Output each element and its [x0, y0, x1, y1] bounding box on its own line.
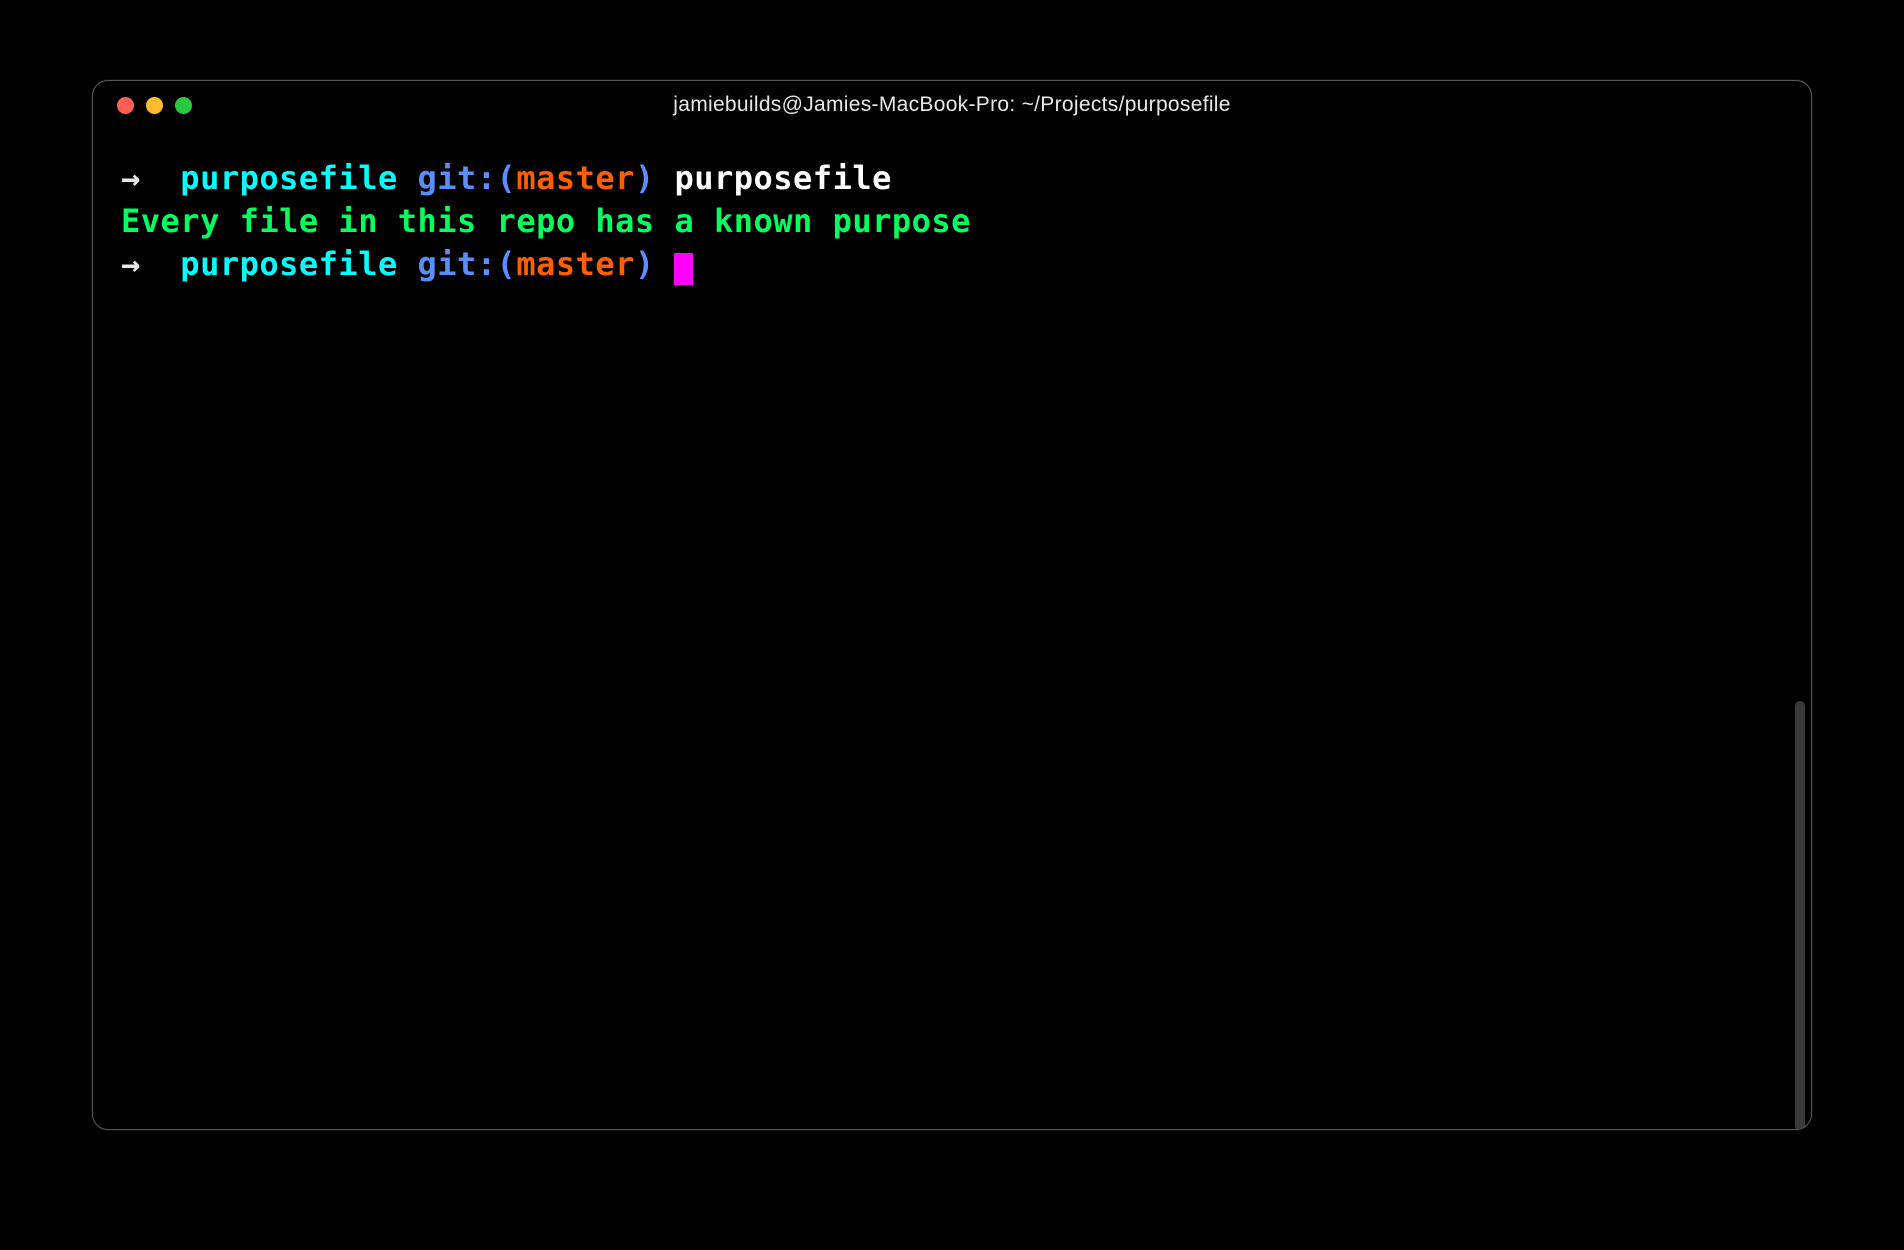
git-branch-2: master: [516, 245, 635, 283]
terminal-window: jamiebuilds@Jamies-MacBook-Pro: ~/Projec…: [92, 80, 1812, 1130]
output-line: Every file in this repo has a known purp…: [121, 200, 1783, 243]
prompt-line-2: → purposefile git:(master): [121, 243, 1783, 286]
git-label-2: git:: [417, 245, 496, 283]
window-title: jamiebuilds@Jamies-MacBook-Pro: ~/Projec…: [673, 93, 1230, 117]
title-bar: jamiebuilds@Jamies-MacBook-Pro: ~/Projec…: [93, 81, 1811, 129]
paren-open-2: (: [497, 245, 517, 283]
git-label: git:: [417, 159, 496, 197]
paren-open: (: [497, 159, 517, 197]
git-branch: master: [516, 159, 635, 197]
prompt-directory: purposefile: [180, 159, 397, 197]
maximize-button[interactable]: [175, 97, 192, 114]
cursor: [674, 253, 693, 285]
terminal-content[interactable]: → purposefile git:(master) purposefile E…: [93, 129, 1811, 315]
scrollbar[interactable]: [1795, 701, 1805, 1130]
command-text: purposefile: [674, 159, 891, 197]
output-text: Every file in this repo has a known purp…: [121, 202, 971, 240]
paren-close-2: ): [635, 245, 655, 283]
close-button[interactable]: [117, 97, 134, 114]
paren-close: ): [635, 159, 655, 197]
prompt-arrow-2: →: [121, 245, 141, 283]
prompt-arrow: →: [121, 159, 141, 197]
traffic-lights: [117, 97, 192, 114]
prompt-line-1: → purposefile git:(master) purposefile: [121, 157, 1783, 200]
minimize-button[interactable]: [146, 97, 163, 114]
prompt-directory-2: purposefile: [180, 245, 397, 283]
